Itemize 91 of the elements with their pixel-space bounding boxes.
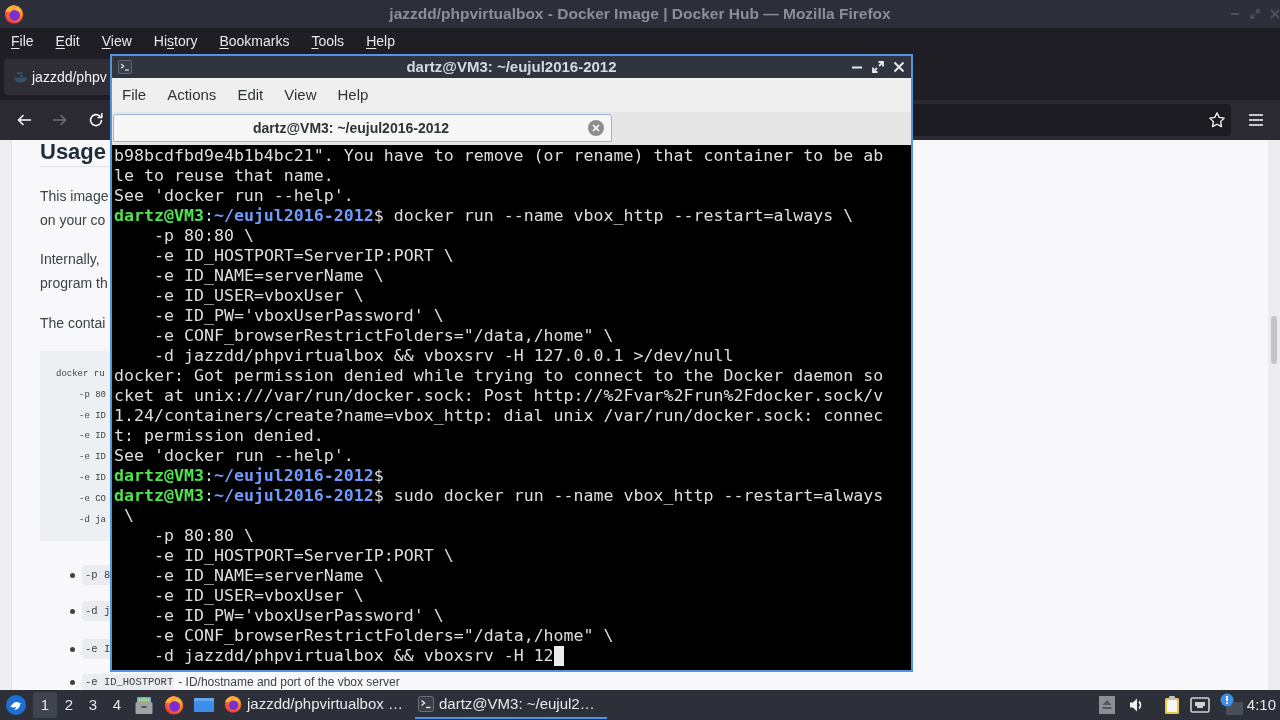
terminal-line: -e ID_USER=vboxUser \ (154, 286, 364, 306)
code-line: -e ID (79, 430, 106, 444)
code-line: -e ID (79, 409, 106, 423)
workspace-button[interactable]: 3 (81, 692, 105, 718)
terminal-line: 1.24/containers/create?name=vbox_http: dial unix /var/run/docker.sock: connec (114, 406, 884, 426)
network-icon[interactable] (1189, 697, 1210, 713)
terminal-line: -d jazzdd/phpvirtualbox && vboxsrv -H 127.0.0.1 >/dev/null (154, 346, 734, 366)
workspace-button[interactable]: 1 (33, 692, 57, 718)
whale-icon (14, 71, 28, 83)
window-title: dartz@VM3: ~/eujul2016-2012 (405, 57, 618, 77)
terminal-line: \ (124, 506, 134, 526)
terminal-line: cket at unix:///var/run/docker.sock: Post http://%2Fvar%2Frun%2Fdocker.sock/v (114, 386, 884, 406)
bullet-icon (70, 572, 75, 578)
menu-item[interactable]: View (284, 85, 317, 105)
menu-icon[interactable] (1248, 113, 1264, 127)
url-field[interactable] (913, 104, 1231, 136)
bird-logo-icon[interactable] (6, 695, 26, 715)
terminal-line: t: permission denied. (114, 426, 324, 446)
speaker-icon[interactable] (1128, 697, 1143, 713)
list-item-text: -e ID_HOSTPORT - ID/hostname and port of the vbox server (82, 674, 400, 690)
menu-item[interactable]: History (153, 31, 198, 51)
terminal-line: -e ID_PW='vboxUserPassword' \ (154, 606, 444, 626)
terminal-line: dartz@VM3:~/eujul2016-2012$ (114, 466, 384, 486)
code-line: -e ID (79, 472, 106, 485)
eject-icon[interactable] (1098, 696, 1115, 714)
clipboard-icon[interactable] (1163, 695, 1180, 715)
terminal-line: b98bcdfbd9e4b1b4bc21". You have to remove (or rename) that container to be ab (114, 146, 884, 166)
terminal-icon (118, 60, 132, 74)
terminal-line: -e CONF_browserRestrictFolders="/data,/home" \ (154, 626, 614, 646)
code-line: -e CO (79, 492, 106, 506)
paragraph-text: program th (40, 274, 108, 293)
menu-item[interactable]: Help (366, 31, 395, 51)
workspace-button[interactable]: 2 (57, 692, 81, 718)
scrollbar-thumb[interactable] (1271, 316, 1277, 364)
code-line: -e ID (79, 451, 106, 465)
paragraph-text: Internally, (40, 250, 100, 269)
back-arrow-icon[interactable] (16, 112, 32, 128)
menu-item[interactable]: Bookmarks (219, 31, 290, 51)
terminal-line: -e ID_NAME=serverName \ (154, 266, 384, 286)
desktop-icon[interactable] (194, 697, 214, 713)
bullet-icon (70, 608, 75, 614)
terminal-line: -e ID_HOSTPORT=ServerIP:PORT \ (154, 546, 454, 566)
menu-item[interactable]: Actions (167, 85, 217, 105)
inline-code: -e I (82, 639, 111, 659)
terminal-line: -e CONF_browserRestrictFolders="/data,/home" \ (154, 326, 614, 346)
paragraph-text: This image (40, 187, 109, 206)
terminal-line: docker: Got permission denied while trying to connect to the Docker daemon so (114, 366, 884, 386)
bullet-icon (70, 646, 75, 652)
terminal-tab[interactable]: dartz@VM3: ~/eujul2016-2012 (113, 114, 612, 142)
workspace-button[interactable]: 4 (105, 692, 129, 718)
menu-item[interactable]: View (101, 31, 132, 51)
star-icon[interactable] (1208, 111, 1226, 129)
menu-item[interactable]: Edit (237, 85, 264, 105)
terminal-line: le to reuse that name. (114, 166, 334, 186)
menu-item[interactable]: Edit (55, 31, 80, 51)
terminal-line: See 'docker run --help'. (114, 186, 354, 206)
code-line: -p 80 (79, 388, 106, 402)
code-line: -d ja (79, 513, 106, 527)
terminal-icon (418, 696, 434, 712)
paragraph-text: on your co (40, 211, 106, 230)
terminal-line: -e ID_HOSTPORT=ServerIP:PORT \ (154, 246, 454, 266)
reload-icon[interactable] (88, 112, 104, 128)
terminal-line: -p 80:80 \ (154, 226, 254, 246)
terminal-line: dartz@VM3:~/eujul2016-2012$ docker run --name vbox_http --restart=always \ (114, 206, 854, 226)
terminal-line: -p 80:80 \ (154, 526, 254, 546)
menu-item[interactable]: Tools (311, 31, 345, 51)
inline-code: -d j (82, 601, 111, 621)
terminal-line: -e ID_USER=vboxUser \ (154, 586, 364, 606)
terminal-line: -d jazzdd/phpvirtualbox && vboxsrv -H 12 (154, 646, 554, 666)
terminal-line: dartz@VM3:~/eujul2016-2012$ sudo docker run --name vbox_http --restart=always (114, 486, 884, 506)
clock: 4:10 (1246, 694, 1276, 715)
menu-item[interactable]: File (122, 85, 147, 105)
notification-icon[interactable] (1219, 693, 1244, 717)
menu-item[interactable]: Help (337, 85, 369, 105)
fox-logo-icon[interactable] (164, 695, 184, 715)
inline-code: -p 8 (82, 565, 111, 585)
taskbar-task[interactable]: jazzdd/phpvirtualbox … (220, 691, 415, 719)
menu-item[interactable]: File (11, 31, 34, 51)
taskbar-task[interactable]: dartz@VM3: ~/eujul2… (415, 691, 607, 719)
window-title: jazzdd/phpvirtualbox - Docker Image | Docker Hub — Mozilla Firefox (388, 4, 892, 24)
paragraph-text: The contai (40, 314, 106, 333)
terminal-line: See 'docker run --help'. (114, 446, 354, 466)
fox-logo-icon (4, 4, 24, 24)
code-line: docker ru (56, 368, 105, 381)
terminal-line: -e ID_NAME=serverName \ (154, 566, 384, 586)
section-heading: Usage (40, 141, 107, 163)
fox-logo-icon (224, 695, 242, 713)
terminal-line: -e ID_PW='vboxUserPassword' \ (154, 306, 444, 326)
browser-tab[interactable]: jazzdd/phpv (4, 59, 110, 95)
file-cabinet-icon[interactable] (134, 695, 154, 715)
bullet-icon (70, 679, 75, 685)
